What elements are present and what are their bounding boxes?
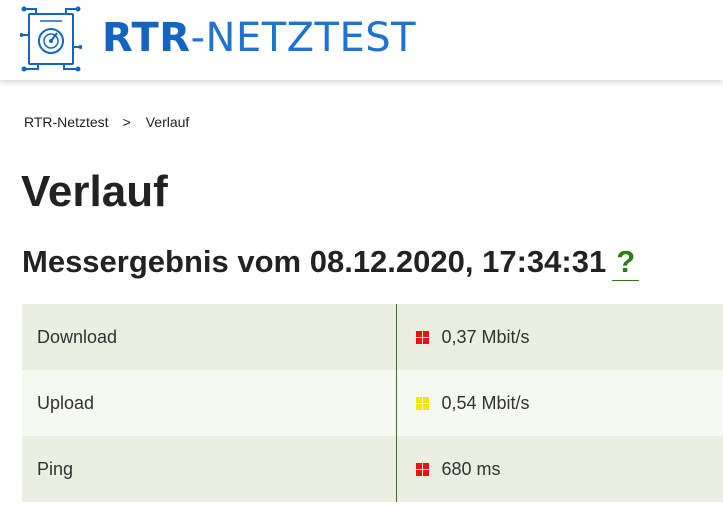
breadcrumb-home-link[interactable]: RTR-Netztest bbox=[24, 114, 109, 130]
result-value: 0,54 Mbit/s bbox=[441, 392, 530, 413]
speedometer-circuit-icon bbox=[20, 6, 82, 72]
result-heading-text: Messergebnis vom 08.12.2020, 17:34:31 bbox=[22, 244, 607, 279]
page-title: Verlauf bbox=[21, 167, 168, 216]
result-value-cell: 680 ms bbox=[396, 436, 723, 502]
result-row-ping: Ping 680 ms bbox=[22, 436, 723, 502]
result-value-cell: 0,54 Mbit/s bbox=[396, 370, 723, 436]
result-label: Upload bbox=[22, 370, 397, 436]
breadcrumb-separator: > bbox=[122, 114, 131, 130]
site-header: RTR-NETZTEST bbox=[0, 0, 723, 80]
result-value-cell: 0,37 Mbit/s bbox=[396, 304, 723, 370]
logo-wordmark: RTR-NETZTEST bbox=[102, 13, 416, 63]
help-link[interactable]: ? bbox=[612, 244, 640, 281]
breadcrumb-current: Verlauf bbox=[145, 114, 190, 130]
result-value: 0,37 Mbit/s bbox=[441, 326, 530, 347]
breadcrumb: RTR-Netztest > Verlauf bbox=[24, 114, 189, 130]
result-label: Ping bbox=[22, 436, 397, 502]
result-label: Download bbox=[22, 304, 397, 370]
result-row-download: Download 0,37 Mbit/s bbox=[22, 304, 723, 370]
results-table: Download 0,37 Mbit/s Upload 0,54 Mbit/s … bbox=[22, 304, 723, 502]
result-heading: Messergebnis vom 08.12.2020, 17:34:31? bbox=[22, 242, 640, 282]
logo-text-bold: RTR bbox=[102, 15, 191, 61]
result-row-upload: Upload 0,54 Mbit/s bbox=[22, 370, 723, 436]
traffic-light-red-icon bbox=[415, 462, 429, 476]
result-value: 680 ms bbox=[441, 458, 501, 479]
traffic-light-yellow-icon bbox=[415, 396, 429, 410]
logo-text-light: -NETZTEST bbox=[190, 15, 417, 61]
traffic-light-red-icon bbox=[415, 330, 429, 344]
logo-link[interactable]: RTR-NETZTEST bbox=[20, 5, 416, 73]
